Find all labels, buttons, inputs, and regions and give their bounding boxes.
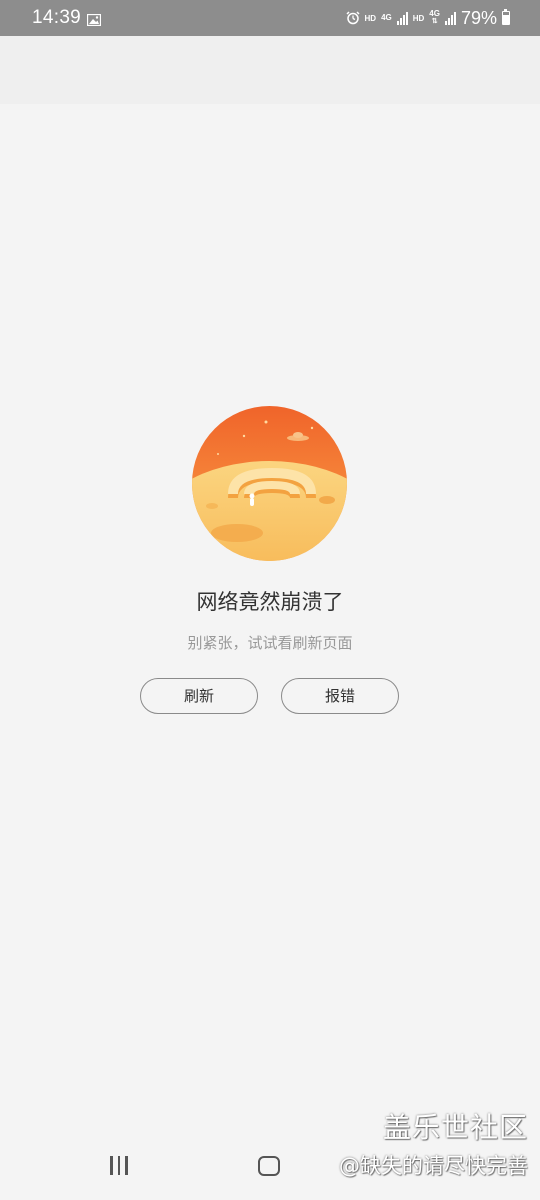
signal-icon	[396, 11, 408, 25]
network-type-1: 4G	[381, 14, 392, 22]
hd-label-2: HD	[412, 13, 425, 23]
home-icon[interactable]	[258, 1156, 280, 1176]
network-type-2-label: 4G	[429, 9, 440, 18]
data-arrows-icon: ⇅	[431, 18, 438, 25]
status-bar: 14:39 HD 4G HD 4G ⇅ 79%	[0, 0, 540, 36]
battery-percent: 79%	[460, 7, 497, 28]
report-error-button[interactable]: 报错	[281, 678, 399, 714]
network-type-1-label: 4G	[381, 13, 392, 22]
gallery-icon	[87, 14, 101, 26]
battery-fill	[503, 14, 509, 24]
watermark-brand: 盖乐世社区	[382, 1111, 528, 1144]
watermark-user: @缺失的请尽快完善	[339, 1154, 528, 1178]
hd-label-1: HD	[364, 13, 377, 23]
status-time: 14:39	[32, 7, 82, 28]
planet-wifi-icon	[192, 406, 347, 561]
recents-icon[interactable]	[107, 1156, 131, 1176]
status-icons: HD 4G HD 4G ⇅ 79%	[345, 0, 510, 36]
refresh-button[interactable]: 刷新	[140, 678, 258, 714]
signal-icon-2	[444, 11, 456, 25]
screen: 14:39 HD 4G HD 4G ⇅ 79% 网络竟然崩溃了 别紧张，试试看刷…	[0, 0, 540, 1200]
header-band	[0, 36, 540, 104]
network-type-2: 4G ⇅	[429, 10, 440, 26]
error-subtitle: 别紧张，试试看刷新页面	[187, 634, 353, 652]
battery-icon	[502, 9, 510, 25]
alarm-icon	[345, 11, 360, 25]
error-title: 网络竟然崩溃了	[196, 590, 344, 614]
